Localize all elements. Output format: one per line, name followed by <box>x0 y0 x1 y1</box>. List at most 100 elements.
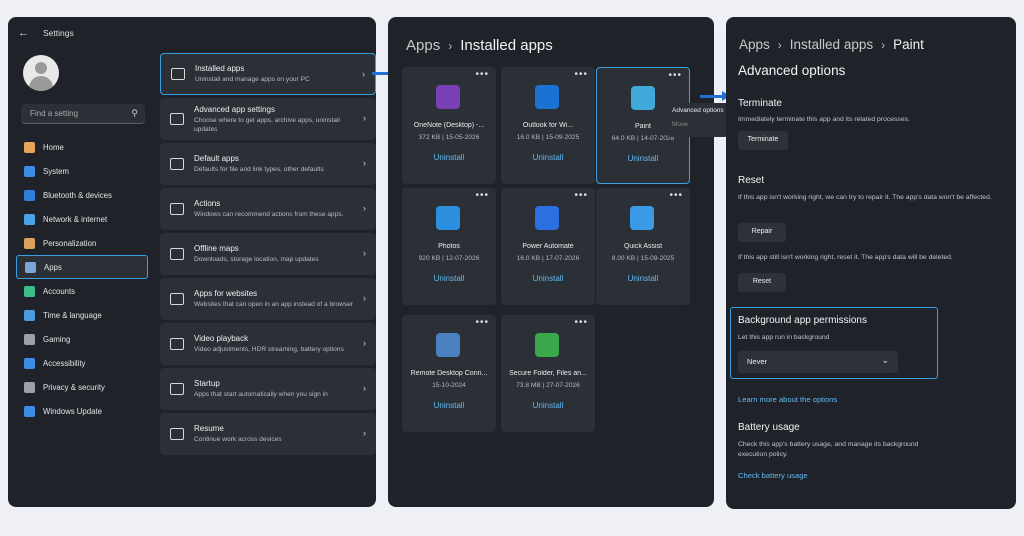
repair-text: If this app isn't working right, we can … <box>738 194 992 201</box>
chevron-right-icon: › <box>363 383 366 393</box>
card-description: Windows can recommend actions from these… <box>194 211 344 218</box>
sidebar-item-bluetooth-devices[interactable]: Bluetooth & devices <box>16 183 148 207</box>
advanced-options-window: Apps › Installed apps › Paint Advanced optio… <box>726 17 1016 509</box>
app-name: Power Automate <box>522 243 574 250</box>
quick-assist-icon <box>630 206 654 230</box>
sidebar-item-label: Gaming <box>43 334 71 344</box>
sidebar-item-gaming[interactable]: Gaming <box>16 327 148 351</box>
uninstall-button[interactable]: Uninstall <box>402 274 496 283</box>
app-meta: 372 KB | 15-05-2026 <box>418 134 480 141</box>
app-meta: 8.00 KB | 15-09-2025 <box>611 255 675 262</box>
uninstall-button[interactable]: Uninstall <box>402 153 496 162</box>
chevron-down-icon: ⌄ <box>881 355 889 365</box>
settings-card-offline-maps[interactable]: Offline maps Downloads, storage location,… <box>160 233 376 275</box>
reset-button[interactable]: Reset <box>738 273 786 292</box>
card-description: Uninstall and manage apps on your PC <box>195 76 310 83</box>
app-name: Remote Desktop Conn... <box>410 370 488 377</box>
sidebar-item-label: Bluetooth & devices <box>43 190 112 200</box>
avatar[interactable] <box>23 55 59 91</box>
sidebar-item-accounts[interactable]: Accounts <box>16 279 148 303</box>
settings-card-installed-apps[interactable]: Installed apps Uninstall and manage apps … <box>160 53 376 95</box>
installed-apps-window: Apps › Installed apps ••• OneNote (Desktop)… <box>388 17 714 507</box>
back-arrow-icon[interactable]: ← <box>18 27 29 39</box>
settings-card-default-apps[interactable]: Default apps Defaults for file and link t… <box>160 143 376 185</box>
more-options-icon[interactable]: ••• <box>574 69 588 80</box>
app-name: OneNote (Desktop) -... <box>413 122 485 129</box>
sidebar-item-system[interactable]: System <box>16 159 148 183</box>
settings-card-actions[interactable]: Actions Windows can recommend actions fro… <box>160 188 376 230</box>
settings-card-startup[interactable]: Startup Apps that start automatically whe… <box>160 368 376 410</box>
app-meta: 73.8 MB | 27-07-2026 <box>516 382 580 389</box>
shield-icon <box>24 381 35 393</box>
sidebar-item-label: Privacy & security <box>43 382 105 392</box>
breadcrumb-apps[interactable]: Apps <box>406 37 440 54</box>
app-name: Secure Folder, Files an... <box>509 370 587 377</box>
breadcrumb: Apps › Installed apps <box>406 37 553 54</box>
sidebar-item-apps[interactable]: Apps <box>16 255 148 279</box>
card-description: Continue work across devices <box>194 436 282 443</box>
repair-button[interactable]: Repair <box>738 223 786 242</box>
learn-more-link[interactable]: Learn more about the options <box>738 395 837 404</box>
app-name: Outlook for Wi... <box>522 122 574 129</box>
uninstall-button[interactable]: Uninstall <box>501 153 595 162</box>
sidebar-item-accessibility[interactable]: Accessibility <box>16 351 148 375</box>
context-menu: Advanced options Move <box>668 103 728 137</box>
sidebar-item-home[interactable]: Home <box>16 135 148 159</box>
breadcrumb-apps[interactable]: Apps <box>739 37 770 52</box>
settings-card-video-playback[interactable]: Video playback Video adjustments, HDR str… <box>160 323 376 365</box>
more-options-icon[interactable]: ••• <box>475 317 489 328</box>
more-options-icon[interactable]: ••• <box>475 190 489 201</box>
more-options-icon[interactable]: ••• <box>475 69 489 80</box>
sidebar-item-privacy-security[interactable]: Privacy & security <box>16 375 148 399</box>
apps-icon <box>25 261 36 273</box>
card-title: Video playback <box>194 334 249 343</box>
flow-arrow <box>700 91 730 101</box>
check-battery-link[interactable]: Check battery usage <box>738 471 808 480</box>
sidebar-item-label: Accessibility <box>43 358 86 368</box>
uninstall-button[interactable]: Uninstall <box>402 401 496 410</box>
card-title: Startup <box>194 379 220 388</box>
sidebar-item-label: Apps <box>44 262 62 272</box>
menu-advanced-options[interactable]: Advanced options <box>672 107 724 114</box>
app-tile: ••• Remote Desktop Conn... 15-10-2024 Unins… <box>402 315 496 432</box>
breadcrumb-installed-apps[interactable]: Installed apps <box>790 37 873 52</box>
uninstall-button[interactable]: Uninstall <box>501 401 595 410</box>
terminate-button[interactable]: Terminate <box>738 131 788 150</box>
uninstall-button[interactable]: Uninstall <box>597 154 689 163</box>
card-description: Defaults for file and link types, other … <box>194 166 324 173</box>
sidebar-item-windows-update[interactable]: Windows Update <box>16 399 148 423</box>
sidebar-item-label: Accounts <box>43 286 76 296</box>
more-options-icon[interactable]: ••• <box>669 190 683 201</box>
sidebar-item-label: Personalization <box>43 238 97 248</box>
app-name: Quick Assist <box>623 243 663 250</box>
settings-card-advanced-app-settings[interactable]: Advanced app settings Choose where to get… <box>160 98 376 140</box>
app-meta: 15-10-2024 <box>432 382 466 389</box>
brush-icon <box>24 237 35 249</box>
chevron-right-icon: › <box>363 338 366 348</box>
app-name: Photos <box>438 243 460 250</box>
sidebar-item-network-internet[interactable]: Network & internet <box>16 207 148 231</box>
app-tile: ••• Outlook for Wi... 16.0 KB | 15-09-2025… <box>501 67 595 184</box>
sidebar-item-personalization[interactable]: Personalization <box>16 231 148 255</box>
uninstall-button[interactable]: Uninstall <box>501 274 595 283</box>
sidebar-item-time-language[interactable]: Time & language <box>16 303 148 327</box>
background-dropdown[interactable]: Never ⌄ <box>738 351 898 373</box>
settings-card-resume[interactable]: Resume Continue work across devices › <box>160 413 376 455</box>
terminate-text: Immediately terminate this app and its r… <box>738 116 910 123</box>
sidebar-item-label: Home <box>43 142 64 152</box>
more-options-icon[interactable]: ••• <box>574 190 588 201</box>
uninstall-button[interactable]: Uninstall <box>596 274 690 283</box>
app-meta: 920 KB | 12-07-2026 <box>418 255 480 262</box>
list-icon <box>171 68 185 80</box>
battery-title: Battery usage <box>738 422 800 433</box>
search-input[interactable]: Find a setting ⚲ <box>21 104 145 124</box>
card-description: Apps that start automatically when you s… <box>194 391 328 398</box>
app-meta: 16.0 KB | 17-07-2026 <box>516 255 580 262</box>
settings-card-apps-for-websites[interactable]: Apps for websites Websites that can open … <box>160 278 376 320</box>
web-apps-icon <box>170 293 184 305</box>
more-options-icon[interactable]: ••• <box>668 70 682 81</box>
menu-move: Move <box>672 121 688 128</box>
reset-text: If this app still isn't working right, r… <box>738 254 953 261</box>
more-options-icon[interactable]: ••• <box>574 317 588 328</box>
card-description: Downloads, storage location, map updates <box>194 256 319 263</box>
